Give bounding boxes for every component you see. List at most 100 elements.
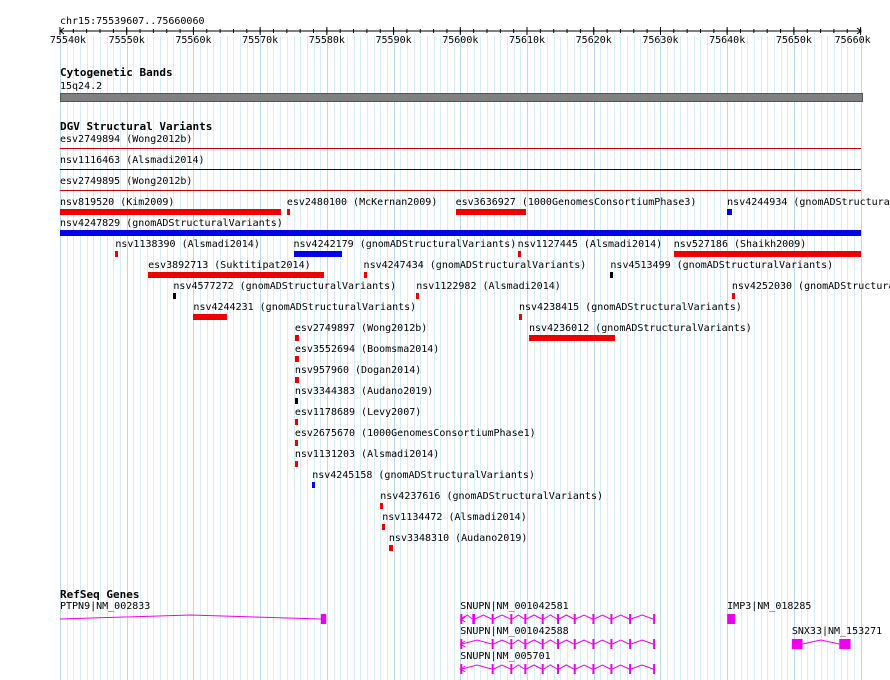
dgv-feature-label[interactable]: nsv1131203 (Alsmadi2014)	[295, 449, 440, 460]
refseq-exon	[557, 664, 560, 674]
dgv-feature-glyph[interactable]	[363, 272, 367, 278]
dgv-feature-label[interactable]: nsv4237616 (gnomADStructuralVariants)	[380, 491, 603, 502]
dgv-feature-glyph[interactable]	[173, 293, 177, 299]
dgv-feature-glyph[interactable]	[294, 419, 298, 425]
dgv-feature-glyph[interactable]	[380, 503, 384, 509]
refseq-intron	[630, 664, 654, 670]
dgv-feature-glyph[interactable]	[286, 209, 290, 215]
refseq-intron	[512, 664, 525, 670]
refseq-intron	[493, 664, 511, 670]
dgv-feature-label[interactable]: nsv1116463 (Alsmadi2014)	[60, 155, 205, 166]
refseq-gene-glyph[interactable]	[0, 611, 890, 627]
dgv-feature-label[interactable]: nsv1134472 (Alsmadi2014)	[382, 512, 527, 523]
dgv-feature-glyph[interactable]	[529, 335, 616, 341]
dgv-feature-label[interactable]: nsv1138390 (Alsmadi2014)	[115, 239, 260, 250]
dgv-feature-label[interactable]: nsv819520 (Kim2009)	[60, 197, 174, 208]
refseq-intron	[575, 664, 593, 670]
dgv-feature-label[interactable]: nsv957960 (Dogan2014)	[295, 365, 421, 376]
dgv-feature-glyph[interactable]	[294, 398, 298, 404]
dgv-feature-label[interactable]: nsv4244231 (gnomADStructuralVariants)	[193, 302, 416, 313]
dgv-feature-label[interactable]: nsv4242179 (gnomADStructuralVariants)	[294, 239, 517, 250]
dgv-feature-label[interactable]: esv3636927 (1000GenomesConsortiumPhase3)	[456, 197, 697, 208]
dgv-feature-label[interactable]: nsv4244934 (gnomADStructuralVariants)	[727, 197, 890, 208]
ruler-tick-label: 75580k	[308, 35, 345, 46]
refseq-exon	[541, 664, 544, 674]
dgv-feature-label[interactable]: nsv4577272 (gnomADStructuralVariants)	[173, 281, 396, 292]
dgv-feature-label[interactable]: nsv3348310 (Audano2019)	[389, 533, 527, 544]
dgv-feature-glyph[interactable]	[294, 356, 300, 362]
dgv-feature-glyph[interactable]	[312, 482, 316, 488]
dgv-feature-label[interactable]: nsv3344383 (Audano2019)	[295, 386, 433, 397]
dgv-feature-label[interactable]: esv2749897 (Wong2012b)	[295, 323, 427, 334]
dgv-feature-glyph[interactable]	[519, 314, 522, 320]
refseq-intron	[526, 664, 542, 670]
dgv-feature-label[interactable]: nsv1122982 (Alsmadi2014)	[416, 281, 561, 292]
ruler-tick-label: 75620k	[575, 35, 612, 46]
dgv-feature-label[interactable]: esv3552694 (Boomsma2014)	[295, 344, 440, 355]
dgv-feature-glyph[interactable]	[60, 148, 861, 149]
refseq-exon	[573, 664, 576, 674]
dgv-feature-glyph[interactable]	[731, 293, 735, 299]
dgv-feature-glyph[interactable]	[517, 251, 521, 257]
dgv-feature-label[interactable]: esv1178689 (Levy2007)	[295, 407, 421, 418]
dgv-feature-glyph[interactable]	[455, 209, 526, 215]
dgv-feature-label[interactable]: nsv4513499 (gnomADStructuralVariants)	[610, 260, 833, 271]
refseq-exon	[653, 664, 656, 674]
dgv-feature-glyph[interactable]	[294, 440, 298, 446]
gridlines	[60, 36, 862, 680]
refseq-exon	[791, 639, 803, 649]
dgv-feature-label[interactable]: nsv4245158 (gnomADStructuralVariants)	[312, 470, 535, 481]
refseq-intron	[612, 664, 630, 670]
refseq-gene-glyph[interactable]	[0, 636, 890, 652]
dgv-feature-label[interactable]: nsv4252030 (gnomADStructuralVariants)	[732, 281, 890, 292]
dgv-feature-label[interactable]: esv2675670 (1000GenomesConsortiumPhase1)	[295, 428, 536, 439]
cytoband-track-title[interactable]: Cytogenetic Bands	[60, 67, 173, 79]
dgv-feature-glyph[interactable]	[148, 272, 324, 278]
dgv-feature-glyph[interactable]	[60, 190, 861, 191]
dgv-feature-glyph[interactable]	[294, 335, 300, 341]
ruler-tick-label: 75660k	[834, 35, 871, 46]
dgv-feature-glyph[interactable]	[294, 461, 298, 467]
dgv-feature-glyph[interactable]	[60, 230, 861, 236]
dgv-feature-glyph[interactable]	[388, 545, 393, 551]
ruler-tick-label: 75570k	[242, 35, 279, 46]
dgv-feature-label[interactable]: esv2749895 (Wong2012b)	[60, 176, 192, 187]
ruler-tick-label: 75640k	[709, 35, 746, 46]
dgv-feature-label[interactable]: esv3892713 (Suktitipat2014)	[148, 260, 311, 271]
refseq-intron	[802, 639, 840, 645]
dgv-feature-glyph[interactable]	[610, 272, 614, 278]
dgv-feature-glyph[interactable]	[293, 251, 342, 257]
refseq-track-title[interactable]: RefSeq Genes	[60, 589, 139, 601]
dgv-feature-label[interactable]: nsv4236012 (gnomADStructuralVariants)	[529, 323, 752, 334]
dgv-feature-glyph[interactable]	[382, 524, 386, 530]
dgv-feature-label[interactable]: nsv4247829 (gnomADStructuralVariants)	[60, 218, 283, 229]
dgv-feature-glyph[interactable]	[673, 251, 861, 257]
ruler-tick-label: 75630k	[642, 35, 679, 46]
dgv-feature-glyph[interactable]	[60, 169, 861, 170]
refseq-exon	[592, 664, 595, 674]
ruler-tick-label: 75560k	[175, 35, 212, 46]
dgv-feature-glyph[interactable]	[727, 209, 733, 215]
dgv-feature-glyph[interactable]	[60, 209, 282, 215]
cytoband-label: 15q24.2	[60, 81, 103, 92]
dgv-feature-label[interactable]: nsv527186 (Shaikh2009)	[674, 239, 806, 250]
dgv-feature-glyph[interactable]	[115, 251, 119, 257]
dgv-feature-label[interactable]: esv2749894 (Wong2012b)	[60, 134, 192, 145]
refseq-exon	[491, 664, 494, 674]
refseq-gene-glyph[interactable]	[0, 661, 890, 677]
dgv-feature-glyph[interactable]	[294, 377, 300, 383]
ruler-tick-label: 75600k	[442, 35, 479, 46]
dgv-feature-glyph[interactable]	[416, 293, 420, 299]
refseq-intron	[594, 664, 611, 670]
dgv-feature-glyph[interactable]	[193, 314, 227, 320]
ruler-tick-label: 75540k	[49, 35, 87, 46]
dgv-feature-label[interactable]: nsv4238415 (gnomADStructuralVariants)	[519, 302, 742, 313]
dgv-feature-label[interactable]: nsv1127445 (Alsmadi2014)	[518, 239, 663, 250]
dgv-feature-label[interactable]: nsv4247434 (gnomADStructuralVariants)	[364, 260, 587, 271]
dgv-feature-label[interactable]: esv2480100 (McKernan2009)	[287, 197, 438, 208]
refseq-intron	[558, 664, 574, 670]
cytoband-bar[interactable]	[60, 93, 863, 102]
ruler-tick-label: 75610k	[508, 35, 546, 46]
refseq-exon	[629, 664, 632, 674]
dgv-track-title[interactable]: DGV Structural Variants	[60, 121, 212, 133]
